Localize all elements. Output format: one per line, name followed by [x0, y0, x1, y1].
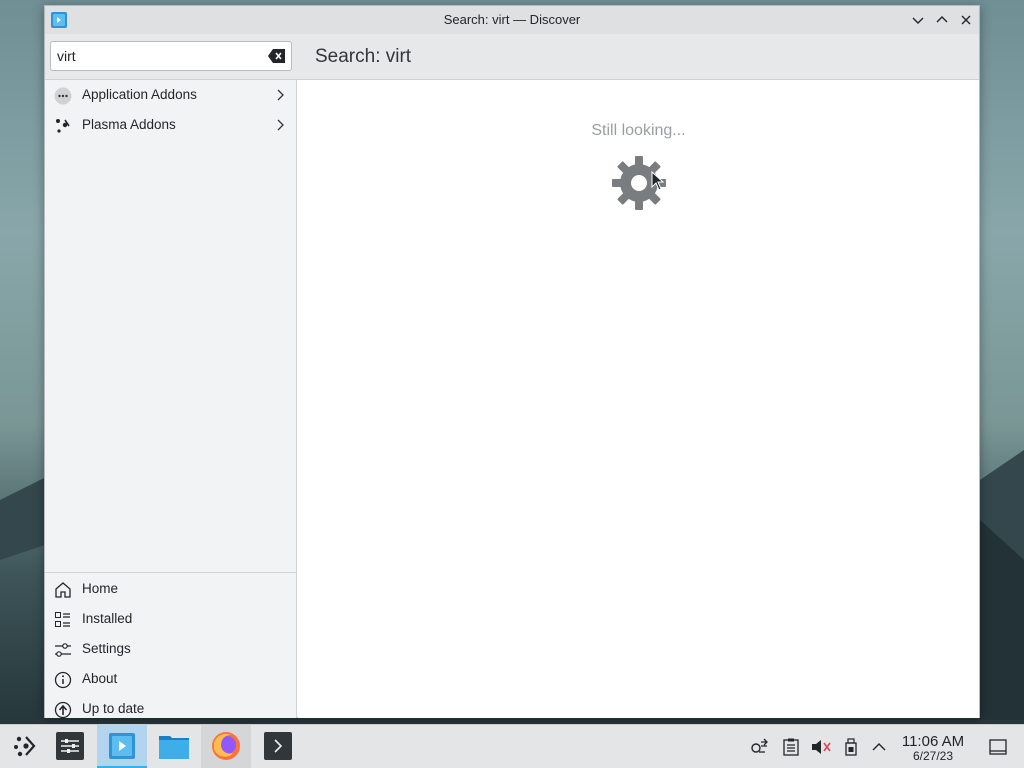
- sidebar-item-label: Plasma Addons: [82, 117, 176, 132]
- sidebar: Application Addons Plasma Addons Home In…: [45, 80, 297, 719]
- task-terminal[interactable]: [253, 725, 303, 768]
- page-title: Search: virt: [315, 46, 412, 67]
- sidebar-item-about[interactable]: About: [45, 664, 296, 694]
- search-input-value[interactable]: virt: [57, 48, 76, 64]
- title-bar[interactable]: Search: virt — Discover: [45, 6, 979, 34]
- update-icon: [54, 701, 72, 719]
- sidebar-item-plasma-addons[interactable]: Plasma Addons: [45, 110, 296, 140]
- firefox-icon: [211, 731, 241, 764]
- folder-icon: [159, 733, 189, 762]
- task-firefox[interactable]: [201, 725, 251, 768]
- mouse-cursor-icon: [651, 170, 665, 191]
- sidebar-item-label: Application Addons: [82, 87, 197, 102]
- clipboard-icon[interactable]: [781, 737, 801, 757]
- clock-date[interactable]: 6/27/23: [897, 749, 969, 763]
- sidebar-divider: [45, 572, 296, 573]
- sidebar-item-up-to-date[interactable]: Up to date: [45, 694, 296, 724]
- application-launcher-button[interactable]: [0, 725, 50, 768]
- clock-time[interactable]: 11:06 AM: [897, 733, 969, 750]
- chevron-up-icon: [936, 16, 948, 23]
- settings-icon: [54, 641, 72, 659]
- launcher-icon: [12, 733, 38, 762]
- terminal-icon: [264, 731, 292, 763]
- close-button[interactable]: [957, 11, 975, 29]
- taskbar: 11:06 AM 6/27/23: [0, 724, 1024, 768]
- search-input[interactable]: virt: [50, 41, 292, 71]
- expand-tray-icon[interactable]: [869, 737, 889, 757]
- system-settings-icon: [56, 731, 84, 763]
- discover-window: Search: virt — Discover virt Search: vir…: [44, 5, 980, 719]
- sidebar-item-label: Home: [82, 581, 119, 596]
- task-system-settings[interactable]: [45, 725, 95, 768]
- sidebar-item-label: Installed: [82, 611, 133, 626]
- search-results-area: Still looking...: [298, 80, 979, 718]
- sidebar-item-settings[interactable]: Settings: [45, 634, 296, 664]
- installed-icon: [54, 611, 72, 629]
- sidebar-item-label: About: [82, 671, 118, 686]
- sidebar-item-home[interactable]: Home: [45, 574, 296, 604]
- home-icon: [54, 581, 72, 599]
- maximize-button[interactable]: [933, 11, 951, 29]
- header-row: virt Search: virt: [45, 34, 979, 80]
- sidebar-item-label: Settings: [82, 641, 131, 656]
- show-desktop-icon[interactable]: [988, 737, 1008, 757]
- loading-status-text: Still looking...: [591, 122, 686, 139]
- close-icon: [961, 15, 971, 25]
- chevron-right-icon: [274, 89, 286, 101]
- minimize-button[interactable]: [909, 11, 927, 29]
- sidebar-item-installed[interactable]: Installed: [45, 604, 296, 634]
- chevron-right-icon: [274, 119, 286, 131]
- task-file-manager[interactable]: [149, 725, 199, 768]
- usb-device-icon[interactable]: [841, 737, 861, 757]
- network-icon[interactable]: [750, 737, 770, 757]
- sidebar-item-label: Up to date: [82, 701, 145, 716]
- window-title: Search: virt — Discover: [443, 12, 581, 27]
- discover-icon: [109, 732, 135, 762]
- chevron-down-icon: [912, 17, 924, 24]
- info-icon: [54, 671, 72, 689]
- sidebar-item-application-addons[interactable]: Application Addons: [45, 80, 296, 110]
- clear-search-icon[interactable]: [268, 49, 286, 63]
- volume-muted-icon[interactable]: [811, 737, 831, 757]
- plasma-icon: [54, 117, 72, 135]
- task-discover[interactable]: [97, 725, 147, 768]
- addons-icon: [54, 87, 72, 105]
